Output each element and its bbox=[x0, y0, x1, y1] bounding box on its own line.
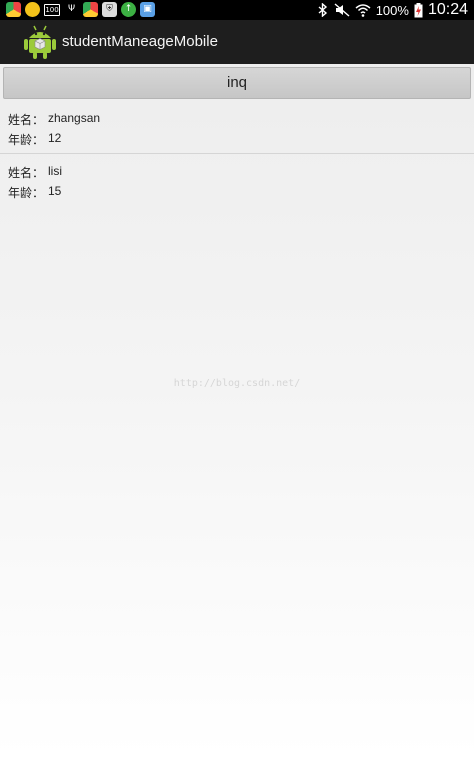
gallery-icon: ▣ bbox=[140, 2, 155, 17]
list-item[interactable]: 姓名： lisi 年龄： 15 bbox=[0, 153, 474, 205]
battery-percent: 100% bbox=[375, 2, 409, 18]
age-row: 年龄： 12 bbox=[0, 130, 474, 150]
watermark: http://blog.csdn.net/ bbox=[173, 378, 301, 389]
name-label: 姓名： bbox=[8, 113, 45, 127]
chrome-icon bbox=[6, 2, 21, 17]
name-label: 姓名： bbox=[8, 166, 45, 180]
usb-icon: Ψ bbox=[67, 4, 76, 14]
age-value: 15 bbox=[48, 184, 62, 198]
age-label: 年龄： bbox=[8, 133, 45, 147]
name-value: zhangsan bbox=[48, 111, 101, 125]
shield-icon: ⛨ bbox=[102, 2, 117, 17]
chrome-icon bbox=[83, 2, 98, 17]
student-list: 姓名： zhangsan 年龄： 12 姓名： lisi 年龄： 15 bbox=[0, 101, 474, 205]
upload-icon: ↑ bbox=[121, 2, 136, 17]
status-bar: 100 Ψ ⛨ ↑ ▣ 100% 10:24 bbox=[0, 0, 474, 20]
age-label: 年龄： bbox=[8, 186, 45, 200]
notification-icons: 100 Ψ ⛨ ↑ ▣ bbox=[6, 2, 155, 17]
mute-icon bbox=[334, 3, 350, 17]
inq-button[interactable]: inq bbox=[3, 67, 471, 99]
action-bar: studentManeageMobile bbox=[0, 20, 474, 64]
clock: 10:24 bbox=[427, 1, 468, 18]
battery-100-icon: 100 bbox=[44, 4, 60, 16]
age-row: 年龄： 15 bbox=[0, 183, 474, 203]
app-icon bbox=[25, 2, 40, 17]
age-value: 12 bbox=[48, 131, 62, 145]
list-item[interactable]: 姓名： zhangsan 年龄： 12 bbox=[0, 101, 474, 153]
battery-charging-icon bbox=[414, 2, 423, 17]
name-row: 姓名： zhangsan bbox=[0, 110, 474, 130]
wifi-icon bbox=[355, 4, 371, 17]
app-title: studentManeageMobile bbox=[62, 33, 218, 50]
bluetooth-icon bbox=[318, 3, 327, 17]
name-value: lisi bbox=[48, 164, 62, 178]
status-right: 100% 10:24 bbox=[317, 0, 468, 20]
name-row: 姓名： lisi bbox=[0, 163, 474, 183]
android-launcher-icon[interactable] bbox=[24, 24, 56, 60]
